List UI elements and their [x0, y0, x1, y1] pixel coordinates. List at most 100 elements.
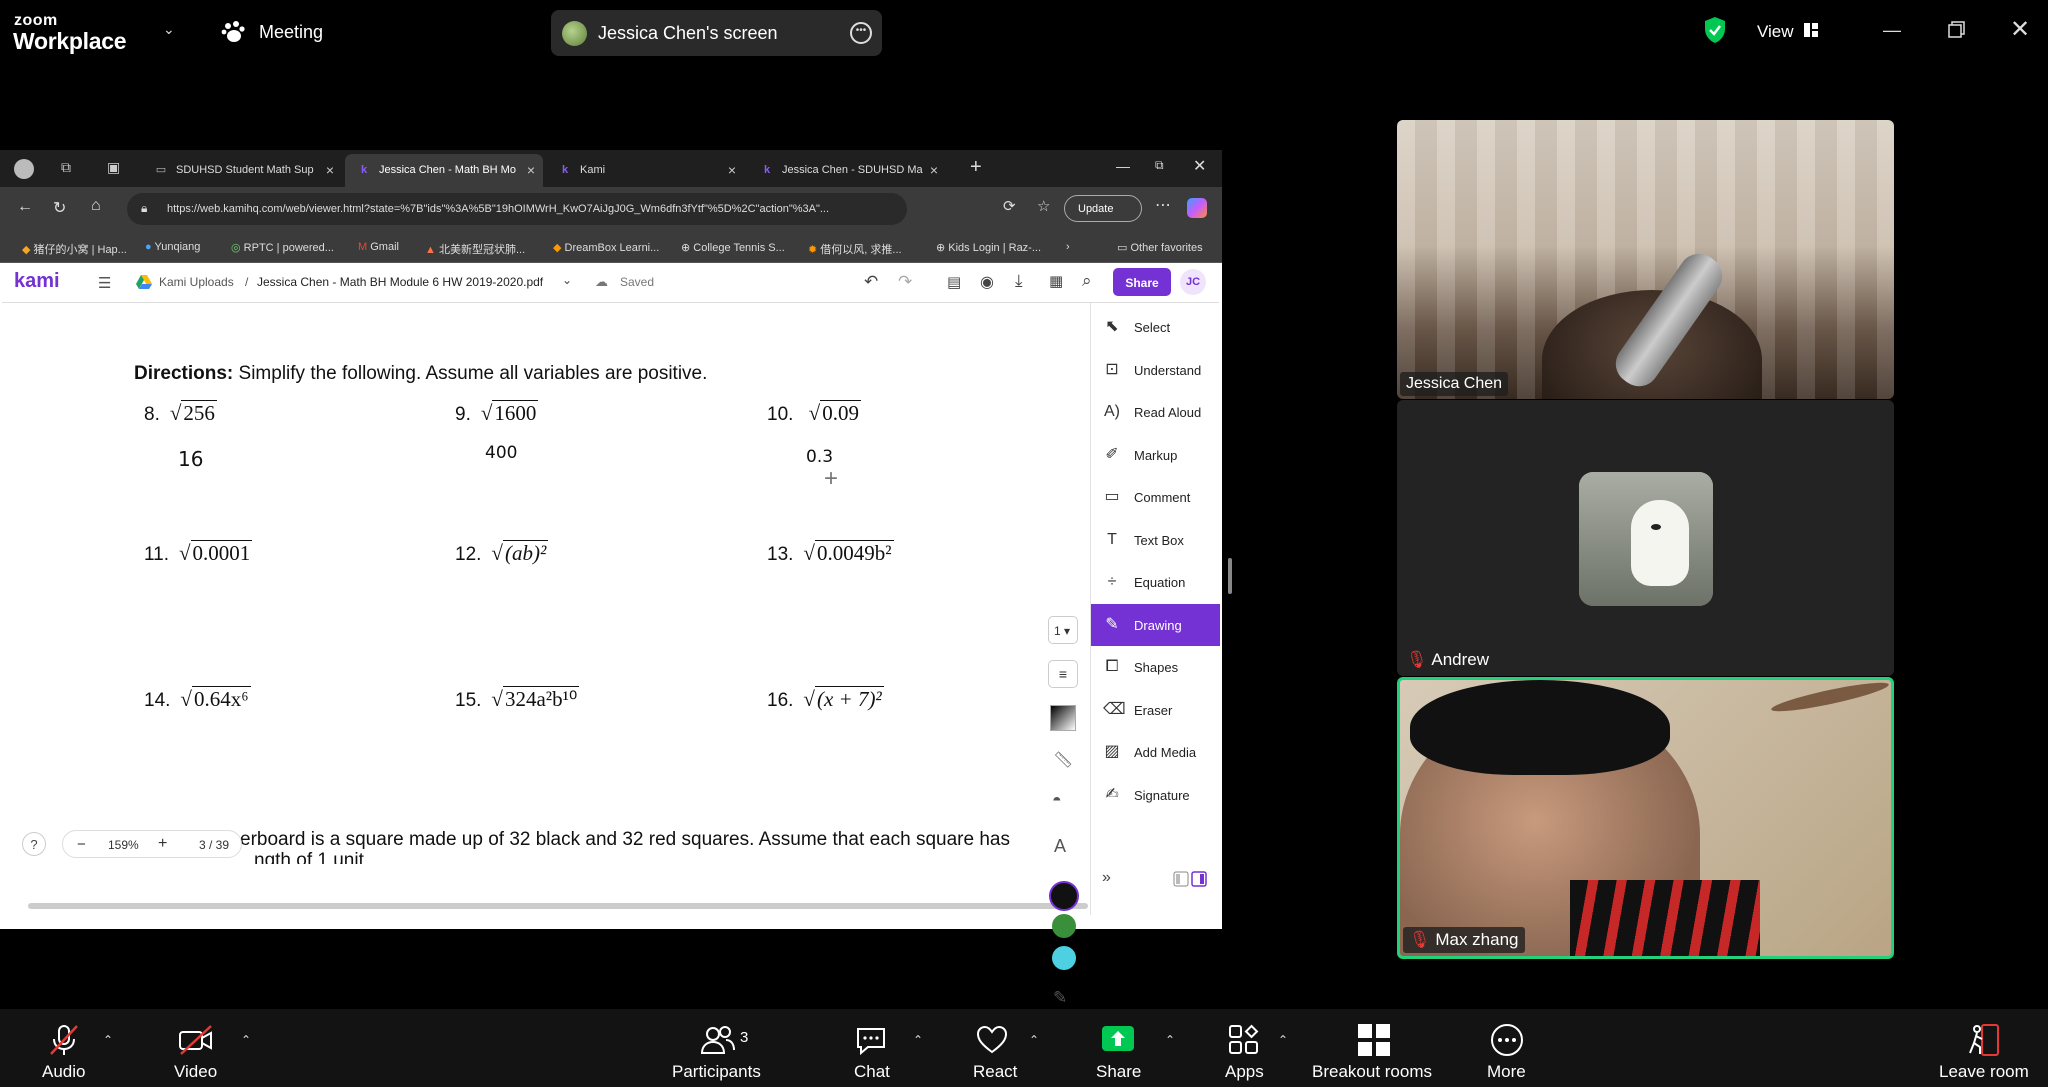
document-icon[interactable]: ▤ [947, 273, 961, 291]
apps-label[interactable]: Apps [1225, 1062, 1264, 1082]
share-label[interactable]: Share [1096, 1062, 1141, 1082]
shared-screen-pill[interactable]: Jessica Chen's screen ••• [551, 10, 882, 56]
expand-panel-icon[interactable]: » [1102, 869, 1111, 887]
heart-icon[interactable] [975, 1023, 1009, 1057]
close-tab-icon[interactable]: × [728, 162, 736, 178]
text-style-icon[interactable]: A [1054, 836, 1066, 857]
kami-logo[interactable]: kami [14, 270, 60, 293]
share-screen-icon[interactable] [1101, 1023, 1135, 1057]
tool-drawing[interactable]: ✎ Drawing [1091, 604, 1220, 646]
close-icon[interactable]: ✕ [2010, 15, 2030, 44]
chevron-up-icon[interactable]: ⌃ [103, 1033, 113, 1047]
meeting-label[interactable]: Meeting [259, 22, 323, 43]
pdf-page[interactable]: Directions: Simplify the following. Assu… [2, 303, 1090, 915]
search-icon[interactable]: ⌕ [1082, 271, 1092, 291]
tool-markup[interactable]: ✐ Markup [1091, 434, 1220, 476]
more-icon[interactable] [1490, 1023, 1524, 1057]
participants-label[interactable]: Participants [672, 1062, 761, 1082]
leave-room-label[interactable]: Leave room [1939, 1062, 2029, 1082]
color-swatch-black[interactable] [1049, 881, 1079, 911]
copilot-icon[interactable] [1187, 198, 1207, 218]
tool-comment[interactable]: ▭ Comment [1091, 476, 1220, 518]
color-swatch-green[interactable] [1052, 914, 1076, 938]
bookmark-item[interactable]: ◆ 猪仔的小窝 | Hap... [22, 241, 127, 257]
apps-icon[interactable] [1227, 1023, 1261, 1057]
tool-shapes[interactable]: ⧠ Shapes [1091, 646, 1220, 688]
zoom-out-icon[interactable]: − [77, 836, 86, 853]
tab-sduhsd-math-support[interactable]: ▭ SDUHSD Student Math Sup × [142, 154, 342, 187]
chat-label[interactable]: Chat [854, 1062, 890, 1082]
opacity-icon[interactable] [1050, 705, 1076, 731]
video-tile-max[interactable]: 🎙︎ Max zhang [1397, 677, 1894, 959]
bookmark-item[interactable]: ● Yunqiang [145, 241, 200, 253]
bookmark-item[interactable]: ◎ RPTC | powered... [231, 241, 334, 254]
close-tab-icon[interactable]: × [527, 162, 535, 178]
panel-layout-icon[interactable] [1173, 871, 1207, 892]
document-filename[interactable]: Jessica Chen - Math BH Module 6 HW 2019-… [257, 275, 543, 289]
help-button[interactable]: ? [22, 832, 46, 856]
audio-label[interactable]: Audio [42, 1062, 85, 1082]
bookmark-item[interactable]: ◆ DreamBox Learni... [553, 241, 659, 254]
minimize-icon[interactable]: — [1883, 20, 1901, 41]
chevron-up-icon[interactable]: ⌃ [913, 1033, 923, 1047]
tool-add-media[interactable]: ▨ Add Media [1091, 731, 1220, 773]
bookmark-folder[interactable]: ▭ Other favorites [1117, 241, 1203, 254]
view-layout-icon[interactable] [1803, 22, 1819, 43]
close-tab-icon[interactable]: × [326, 162, 334, 178]
tab-actions-icon[interactable]: ▣ [107, 159, 120, 176]
workspaces-icon[interactable]: ⧉ [61, 159, 71, 176]
protractor-icon[interactable]: ◓ [1052, 792, 1062, 810]
chevron-up-icon[interactable]: ⌃ [1165, 1033, 1175, 1047]
user-avatar[interactable]: JC [1180, 269, 1206, 295]
zoom-in-icon[interactable]: + [158, 835, 167, 853]
close-icon[interactable]: ✕ [1193, 156, 1206, 176]
tool-text-box[interactable]: T Text Box [1091, 519, 1220, 561]
minimize-icon[interactable]: — [1116, 158, 1130, 174]
tool-equation[interactable]: ÷ Equation [1091, 561, 1220, 603]
video-tile-andrew[interactable]: 🎙︎ Andrew [1397, 400, 1894, 676]
tool-signature[interactable]: ✍ Signature [1091, 774, 1220, 816]
share-button[interactable]: Share [1113, 268, 1171, 296]
ruler-icon[interactable]: 📏︎ [1053, 750, 1073, 770]
favorites-icon[interactable]: ☆ [1037, 197, 1050, 215]
chevron-down-icon[interactable]: ⌄ [562, 273, 572, 287]
breakout-rooms-icon[interactable] [1357, 1023, 1391, 1057]
bookmark-item[interactable]: ⊕ Kids Login | Raz-... [936, 241, 1041, 254]
chevron-right-icon[interactable]: › [1066, 241, 1070, 253]
tab-kami-sduhsd[interactable]: k Jessica Chen - SDUHSD Ma × [748, 154, 946, 187]
extensions-icon[interactable]: ⟳ [1003, 197, 1016, 215]
new-tab-icon[interactable]: + [970, 156, 982, 179]
horizontal-scrollbar[interactable] [28, 903, 1088, 909]
refresh-icon[interactable]: ↻ [53, 198, 66, 218]
chevron-up-icon[interactable]: ⌃ [1278, 1033, 1288, 1047]
eyedropper-icon[interactable]: ✎ [1053, 988, 1067, 1008]
stroke-size-select[interactable]: 1 ▾ [1048, 616, 1078, 644]
tab-kami-active[interactable]: k Jessica Chen - Math BH Mo × [345, 154, 543, 187]
resize-handle[interactable] [1228, 558, 1232, 594]
video-tile-jessica[interactable]: Jessica Chen [1397, 120, 1894, 399]
breadcrumb-root[interactable]: Kami Uploads [159, 275, 234, 289]
tab-kami[interactable]: k Kami × [546, 154, 744, 187]
view-button[interactable]: View [1757, 22, 1794, 42]
tool-select[interactable]: ⬉ Select [1091, 306, 1220, 348]
bookmark-item[interactable]: ▲ 北美新型冠状肺... [425, 241, 525, 257]
back-icon[interactable]: ← [17, 198, 33, 216]
video-label[interactable]: Video [174, 1062, 217, 1082]
tool-understand[interactable]: ⊡ Understand [1091, 349, 1220, 391]
bookmark-item[interactable]: ⊕ College Tennis S... [681, 241, 785, 254]
zoom-level[interactable]: 159% [108, 838, 139, 852]
leave-room-icon[interactable] [1966, 1023, 2000, 1057]
video-off-icon[interactable] [178, 1023, 212, 1057]
bookmark-item[interactable]: M Gmail [358, 241, 399, 253]
more-label[interactable]: More [1487, 1062, 1526, 1082]
undo-icon[interactable]: ↶ [864, 272, 878, 292]
tool-eraser[interactable]: ⌫ Eraser [1091, 689, 1220, 731]
breakout-rooms-label[interactable]: Breakout rooms [1312, 1062, 1432, 1082]
eye-icon[interactable]: ◉ [980, 272, 994, 292]
restore-icon[interactable]: ⧉ [1155, 158, 1164, 173]
more-icon[interactable]: ⋯ [1155, 195, 1171, 215]
briefcase-icon[interactable]: ▦ [1049, 272, 1063, 290]
line-style-icon[interactable]: ≡ [1048, 660, 1078, 688]
muted-mic-icon[interactable] [47, 1023, 81, 1057]
update-button[interactable]: Update [1064, 195, 1142, 222]
